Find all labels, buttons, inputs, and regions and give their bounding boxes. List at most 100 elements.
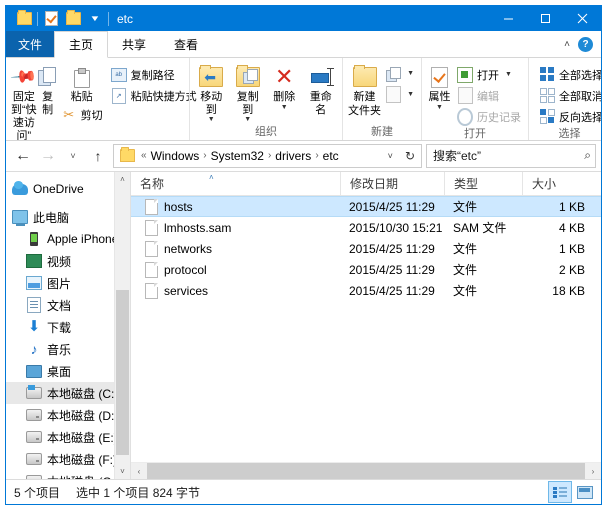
- delete-dropdown-icon[interactable]: ▼: [281, 105, 288, 110]
- nav-scroll-thumb[interactable]: [116, 290, 129, 455]
- sidebar-item-drive-g[interactable]: 本地磁盘 (G:): [6, 470, 130, 479]
- new-folder-button[interactable]: 新建 文件夹: [348, 62, 381, 117]
- tab-home[interactable]: 主页: [54, 31, 108, 58]
- horizontal-scrollbar[interactable]: ‹ ›: [131, 462, 601, 479]
- quick-newfolder-icon[interactable]: [62, 8, 84, 29]
- table-row[interactable]: services 2015/4/25 11:29 文件 18 KB: [131, 280, 601, 301]
- sidebar-item-pictures[interactable]: 图片: [6, 272, 130, 294]
- table-row[interactable]: networks 2015/4/25 11:29 文件 1 KB: [131, 238, 601, 259]
- properties-dropdown-icon[interactable]: ▼: [436, 105, 443, 110]
- breadcrumb-windows[interactable]: Windows: [151, 149, 200, 163]
- sidebar-item-documents[interactable]: 文档: [6, 294, 130, 316]
- search-box[interactable]: 搜索“etc” ⌕: [426, 144, 596, 168]
- hscroll-thumb[interactable]: [147, 463, 585, 479]
- column-header-type[interactable]: 类型: [444, 172, 522, 195]
- sidebar-item-onedrive[interactable]: OneDrive: [6, 178, 130, 200]
- breadcrumb-sep-3[interactable]: ›: [312, 150, 321, 161]
- sidebar-item-desktop[interactable]: 桌面: [6, 360, 130, 382]
- recent-locations-button[interactable]: ˅: [61, 145, 85, 167]
- forward-button[interactable]: →: [36, 145, 60, 167]
- pictures-icon: [26, 275, 42, 291]
- open-button[interactable]: 打开 ▼: [455, 65, 523, 84]
- select-all-label: 全部选择: [559, 67, 601, 83]
- minimize-button[interactable]: [490, 6, 527, 31]
- qat-divider-2: [108, 12, 109, 26]
- table-row[interactable]: protocol 2015/4/25 11:29 文件 2 KB: [131, 259, 601, 280]
- history-button[interactable]: 历史记录: [455, 107, 523, 126]
- search-icon[interactable]: ⌕: [584, 148, 591, 163]
- move-to-dropdown-icon[interactable]: ▼: [208, 117, 215, 122]
- tab-view[interactable]: 查看: [160, 31, 212, 57]
- help-icon[interactable]: ?: [578, 37, 593, 52]
- breadcrumb-sep-1[interactable]: ›: [200, 150, 209, 161]
- address-dropdown-icon[interactable]: ˅: [383, 151, 398, 161]
- breadcrumb-etc[interactable]: etc: [323, 149, 339, 163]
- sidebar-item-music[interactable]: ♪ 音乐: [6, 338, 130, 360]
- large-icons-view-button[interactable]: [574, 482, 596, 502]
- tab-file[interactable]: 文件: [6, 31, 54, 57]
- sidebar-item-apple-iphone[interactable]: Apple iPhone: [6, 228, 130, 250]
- back-button[interactable]: ←: [11, 145, 35, 167]
- quick-folder-icon[interactable]: [13, 8, 35, 29]
- table-row[interactable]: hosts 2015/4/25 11:29 文件 1 KB: [131, 196, 601, 217]
- tab-share[interactable]: 共享: [108, 31, 160, 57]
- open-dropdown-icon[interactable]: ▼: [505, 71, 512, 78]
- nav-scroll-down-icon[interactable]: ˅: [115, 464, 130, 479]
- sidebar-item-videos[interactable]: 视频: [6, 250, 130, 272]
- paste-shortcut-button[interactable]: ↗ 粘贴快捷方式: [109, 86, 199, 105]
- copy-button[interactable]: 复制: [38, 62, 58, 116]
- new-item-button[interactable]: ▼: [383, 64, 416, 83]
- easy-access-button[interactable]: ▼: [383, 85, 416, 104]
- address-field[interactable]: « Windows › System32 › drivers › etc ˅ ↻: [113, 144, 422, 168]
- sidebar-item-downloads[interactable]: ⬇ 下载: [6, 316, 130, 338]
- search-input[interactable]: 搜索“etc”: [433, 147, 584, 164]
- maximize-button[interactable]: [527, 6, 564, 31]
- sidebar-item-drive-c[interactable]: 本地磁盘 (C:): [6, 382, 130, 404]
- details-view-button[interactable]: [548, 481, 572, 503]
- move-to-button[interactable]: ⬅ 移动到 ▼: [195, 62, 228, 122]
- breadcrumb-overflow[interactable]: «: [138, 150, 150, 161]
- select-none-button[interactable]: 全部取消: [537, 86, 601, 105]
- hscroll-track[interactable]: [147, 463, 585, 479]
- refresh-icon[interactable]: ↻: [401, 149, 419, 163]
- up-button[interactable]: ↑: [86, 145, 110, 167]
- breadcrumb-system32[interactable]: System32: [211, 149, 264, 163]
- breadcrumb-drivers[interactable]: drivers: [275, 149, 311, 163]
- hscroll-left-icon[interactable]: ‹: [131, 467, 147, 476]
- cut-button[interactable]: ✂ 剪切: [59, 106, 105, 125]
- collapse-ribbon-icon[interactable]: ˄: [564, 39, 570, 50]
- column-header-date[interactable]: 修改日期: [340, 172, 444, 195]
- copy-path-icon: ab: [111, 67, 127, 83]
- cell-date: 2015/10/30 15:21: [340, 217, 444, 238]
- qat-dropdown-icon[interactable]: ▼: [84, 8, 106, 29]
- close-button[interactable]: [564, 6, 601, 31]
- copy-to-dropdown-icon[interactable]: ▼: [244, 117, 251, 122]
- new-item-dropdown-icon[interactable]: ▼: [407, 70, 414, 77]
- navigation-scrollbar[interactable]: ˄ ˅: [114, 172, 130, 479]
- properties-button[interactable]: 属性 ▼: [427, 62, 452, 110]
- sidebar-item-drive-e[interactable]: 本地磁盘 (E:): [6, 426, 130, 448]
- copy-to-button[interactable]: 复制到 ▼: [232, 62, 265, 122]
- paste-button[interactable]: 粘贴: [59, 62, 105, 104]
- table-row[interactable]: lmhosts.sam 2015/10/30 15:21 SAM 文件 4 KB: [131, 217, 601, 238]
- pin-to-quick-access-button[interactable]: 📌 固定到“快 速访问”: [11, 62, 37, 141]
- sidebar-item-drive-f[interactable]: 本地磁盘 (F:): [6, 448, 130, 470]
- rename-button[interactable]: 重命名: [305, 62, 338, 116]
- easy-access-dropdown-icon[interactable]: ▼: [407, 91, 414, 98]
- copy-to-icon: [236, 64, 260, 90]
- edit-button[interactable]: 编辑: [455, 86, 523, 105]
- invert-selection-button[interactable]: 反向选择: [537, 107, 601, 126]
- quick-properties-icon[interactable]: [40, 8, 62, 29]
- select-all-button[interactable]: 全部选择: [537, 65, 601, 84]
- file-name: services: [164, 284, 208, 298]
- breadcrumb-sep-2[interactable]: ›: [265, 150, 274, 161]
- nav-scroll-up-icon[interactable]: ˄: [115, 172, 130, 187]
- column-header-size[interactable]: 大小: [522, 172, 601, 195]
- sidebar-item-drive-d[interactable]: 本地磁盘 (D:): [6, 404, 130, 426]
- sidebar-item-this-pc[interactable]: 此电脑: [6, 206, 130, 228]
- column-header-name[interactable]: 名称 ˄: [131, 172, 340, 195]
- copy-path-button[interactable]: ab 复制路径: [109, 65, 199, 84]
- file-icon: [145, 220, 158, 236]
- hscroll-right-icon[interactable]: ›: [585, 467, 601, 476]
- delete-button[interactable]: ✕ 删除 ▼: [268, 62, 301, 110]
